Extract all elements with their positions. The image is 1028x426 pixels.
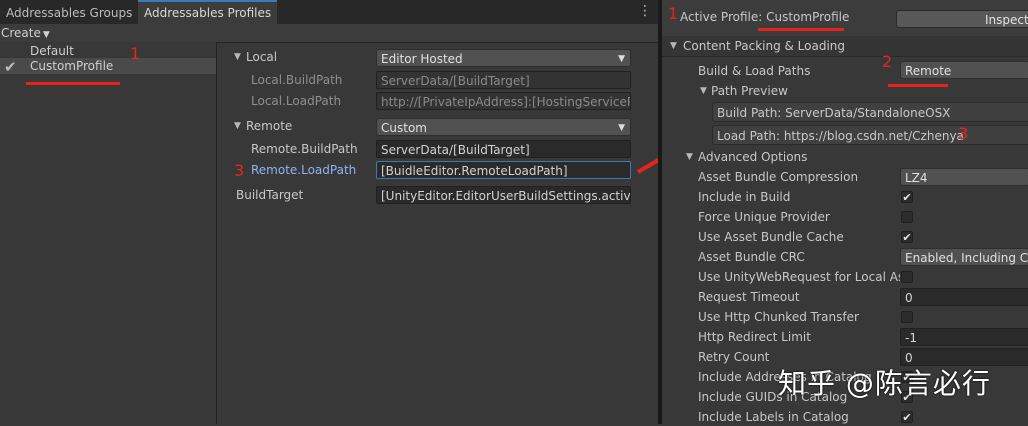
remote-buildpath-field[interactable]: ServerData/[BuildTarget] <box>376 140 631 158</box>
advanced-row-toggle[interactable]: ✔ <box>901 191 913 203</box>
annotation-underline <box>26 82 120 85</box>
annotation-number-3: 3 <box>234 161 245 180</box>
local-dropdown[interactable]: Editor Hosted ▼ <box>376 49 631 67</box>
remote-label: Remote <box>246 119 293 133</box>
remote-dropdown-value: Custom <box>381 121 427 135</box>
local-buildpath-field[interactable]: ServerData/[BuildTarget] <box>376 71 631 89</box>
local-label: Local <box>246 50 278 64</box>
annotation-number-2: 2 <box>882 52 893 71</box>
advanced-row-toggle[interactable] <box>901 211 913 223</box>
advanced-row-label: Force Unique Provider <box>698 210 830 224</box>
advanced-row-toggle[interactable] <box>901 311 913 323</box>
tab-bar: Addressables Groups Addressables Profile… <box>0 0 658 25</box>
chevron-down-icon: ▼ <box>618 54 625 64</box>
foldout-arrow-icon[interactable]: ▼ <box>686 152 693 162</box>
build-path-preview: Build Path: ServerData/StandaloneOSX <box>712 102 1028 122</box>
advanced-row-field[interactable]: -1 <box>900 328 1028 346</box>
chevron-down-icon: ▼ <box>42 30 50 40</box>
buildtarget-field[interactable]: [UnityEditor.EditorUserBuildSettings.act… <box>376 186 631 204</box>
local-loadpath-field[interactable]: http://[PrivateIpAddress]:[HostingServic… <box>376 92 631 110</box>
path-preview-label: Path Preview <box>711 84 788 98</box>
profile-item-default[interactable]: Default <box>0 43 216 59</box>
watermark: 知乎 @陈言必行 <box>778 367 991 400</box>
advanced-row-label: Include in Build <box>698 190 791 204</box>
annotation-underline <box>888 84 948 87</box>
advanced-row-dropdown[interactable]: Enabled, Including Cac <box>900 248 1028 266</box>
advanced-row-label: Include Labels in Catalog <box>698 410 849 424</box>
advanced-row-toggle[interactable]: ✔ <box>901 411 913 423</box>
remote-dropdown[interactable]: Custom ▼ <box>376 118 631 136</box>
profile-list <box>0 42 217 424</box>
advanced-row-label: Use UnityWebRequest for Local Ass <box>698 270 900 284</box>
tab-addressables-groups[interactable]: Addressables Groups <box>0 2 138 24</box>
advanced-row-label: Request Timeout <box>698 290 800 304</box>
advanced-options-label: Advanced Options <box>698 150 808 164</box>
advanced-row-label: Asset Bundle Compression <box>698 170 859 184</box>
advanced-row-label: Http Redirect Limit <box>698 330 811 344</box>
create-dropdown-button[interactable]: Create ▼ <box>1 25 50 41</box>
active-profile-label: Active Profile: CustomProfile <box>680 10 850 24</box>
advanced-row-label: Use Http Chunked Transfer <box>698 310 859 324</box>
annotation-underline <box>758 28 844 31</box>
advanced-row-field[interactable]: 0 <box>900 288 1028 306</box>
chevron-down-icon: ▼ <box>618 123 625 133</box>
more-options-icon[interactable]: ⋮ <box>638 3 652 19</box>
annotation-number-1-inspector: 1 <box>668 4 679 23</box>
advanced-row-toggle[interactable]: ✔ <box>901 231 913 243</box>
advanced-row-toggle[interactable] <box>901 271 913 283</box>
content-packing-label: Content Packing & Loading <box>683 39 846 53</box>
tab-addressables-profiles[interactable]: Addressables Profiles <box>138 0 278 24</box>
remote-loadpath-field[interactable]: [BuidleEditor.RemoteLoadPath] <box>376 161 631 179</box>
remote-loadpath-label: Remote.LoadPath <box>251 163 357 177</box>
buildtarget-label: BuildTarget <box>236 188 304 202</box>
local-dropdown-value: Editor Hosted <box>381 52 463 66</box>
annotation-number-3-inspector: 3 <box>958 124 969 143</box>
load-path-preview: Load Path: https://blog.csdn.net/Czhenya <box>712 125 1028 145</box>
local-loadpath-label: Local.LoadPath <box>251 94 342 108</box>
remote-buildpath-label: Remote.BuildPath <box>251 142 358 156</box>
advanced-row-label: Use Asset Bundle Cache <box>698 230 844 244</box>
advanced-row-label: Asset Bundle CRC <box>698 250 805 264</box>
foldout-arrow-icon[interactable]: ▼ <box>234 121 241 131</box>
build-load-paths-label: Build & Load Paths <box>698 64 811 78</box>
profile-item-customprofile[interactable]: CustomProfile <box>0 58 216 74</box>
create-label: Create <box>1 26 41 40</box>
profiles-toolbar <box>0 24 658 43</box>
build-load-paths-dropdown[interactable]: Remote <box>900 61 1028 79</box>
inspect-button[interactable]: Inspect <box>896 10 1028 28</box>
local-buildpath-label: Local.BuildPath <box>251 73 343 87</box>
active-check-icon: ✔ <box>4 58 17 76</box>
foldout-arrow-icon[interactable]: ▼ <box>234 52 241 62</box>
foldout-arrow-icon[interactable]: ▼ <box>700 86 707 96</box>
annotation-number-1: 1 <box>130 44 141 63</box>
advanced-row-dropdown[interactable]: LZ4 <box>900 168 1028 186</box>
foldout-arrow-icon[interactable]: ▼ <box>670 41 677 51</box>
